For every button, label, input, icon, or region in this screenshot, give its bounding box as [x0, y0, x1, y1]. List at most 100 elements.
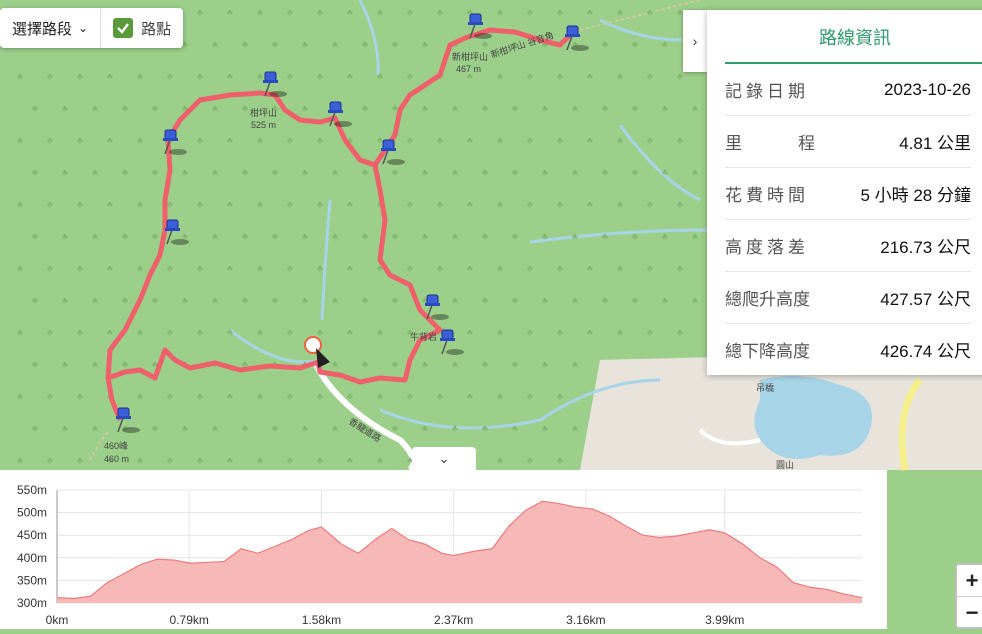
tree-symbol: ♣: [287, 455, 293, 465]
tree-symbol: ♣: [302, 295, 308, 305]
tree-symbol: ♣: [512, 295, 518, 305]
tree-symbol: ♣: [227, 263, 233, 273]
tree-symbol: ♣: [257, 391, 263, 401]
tree-symbol: ♣: [647, 327, 653, 337]
tree-symbol: ♣: [227, 135, 233, 145]
tree-symbol: ♣: [197, 263, 203, 273]
tree-symbol: ♣: [122, 359, 128, 369]
tree-symbol: ♣: [107, 71, 113, 81]
tree-symbol: ♣: [92, 295, 98, 305]
chevron-down-icon: ⌄: [78, 21, 89, 35]
x-tick-label: 0km: [46, 613, 69, 627]
tree-symbol: ♣: [77, 199, 83, 209]
info-value: 5 小時 28 分鐘: [860, 186, 971, 205]
elevation-chart[interactable]: 550m 500m 450m 400m 350m 300m 0km 0.79km 1.58km 2…: [0, 470, 887, 629]
tree-symbol: ♣: [287, 263, 293, 273]
tree-symbol: ♣: [167, 455, 173, 465]
tree-symbol: ♣: [47, 391, 53, 401]
tree-symbol: ♣: [242, 295, 248, 305]
tree-symbol: ♣: [677, 327, 683, 337]
tree-symbol: ♣: [362, 231, 368, 241]
tree-symbol: ♣: [272, 295, 278, 305]
elevation-profile-panel: 550m 500m 450m 400m 350m 300m 0km 0.79km 1.58km 2…: [0, 470, 887, 629]
tree-symbol: ♣: [227, 199, 233, 209]
tree-symbol: ♣: [47, 199, 53, 209]
tree-symbol: ♣: [362, 359, 368, 369]
tree-symbol: ♣: [287, 135, 293, 145]
tree-symbol: ♣: [527, 7, 533, 17]
peak3-name-label: 460峰: [104, 441, 128, 451]
tree-symbol: ♣: [152, 167, 158, 177]
segment-select-button[interactable]: 選擇路段 ⌄: [0, 8, 102, 48]
map-toolbar: 選擇路段 ⌄ 路點: [0, 8, 184, 48]
tree-symbol: ♣: [467, 391, 473, 401]
tree-symbol: ♣: [437, 391, 443, 401]
tree-symbol: ♣: [542, 167, 548, 177]
tree-symbol: ♣: [17, 263, 23, 273]
tree-symbol: ♣: [617, 263, 623, 273]
tree-symbol: ♣: [452, 231, 458, 241]
tree-symbol: ♣: [602, 295, 608, 305]
elevation-toggle-button[interactable]: ⌄: [412, 447, 476, 471]
panel-collapse-button[interactable]: ›: [683, 10, 707, 72]
tree-symbol: ♣: [32, 359, 38, 369]
waypoint-toggle-label: 路點: [141, 20, 172, 38]
tree-symbol: ♣: [152, 423, 158, 433]
tree-symbol: ♣: [182, 167, 188, 177]
tree-symbol: ♣: [302, 167, 308, 177]
tree-symbol: ♣: [512, 103, 518, 113]
tree-symbol: ♣: [407, 391, 413, 401]
tree-symbol: ♣: [512, 423, 518, 433]
waypoint-checkbox[interactable]: [113, 18, 134, 38]
tree-symbol: ♣: [437, 263, 443, 273]
tree-symbol: ♣: [482, 167, 488, 177]
tree-symbol: ♣: [422, 231, 428, 241]
tree-symbol: ♣: [647, 71, 653, 81]
tree-symbol: ♣: [392, 39, 398, 49]
tree-symbol: ♣: [437, 135, 443, 145]
tree-symbol: ♣: [422, 103, 428, 113]
tree-symbol: ♣: [347, 327, 353, 337]
tree-symbol: ♣: [77, 327, 83, 337]
y-tick-label: 500m: [17, 506, 47, 520]
tree-symbol: ♣: [302, 103, 308, 113]
tree-symbol: ♣: [587, 199, 593, 209]
tree-symbol: ♣: [32, 231, 38, 241]
zoom-in-button[interactable]: +: [957, 565, 982, 597]
elevation-area: [57, 501, 862, 603]
tree-symbol: ♣: [557, 455, 563, 465]
tree-symbol: ♣: [632, 103, 638, 113]
tree-symbol: ♣: [632, 231, 638, 241]
tree-symbol: ♣: [197, 71, 203, 81]
tree-symbol: ♣: [692, 295, 698, 305]
tree-symbol: ♣: [572, 231, 578, 241]
tree-symbol: ♣: [497, 391, 503, 401]
tree-symbol: ♣: [17, 199, 23, 209]
tree-symbol: ♣: [17, 455, 23, 465]
tree-symbol: ♣: [362, 103, 368, 113]
tree-symbol: ♣: [242, 423, 248, 433]
tree-symbol: ♣: [137, 71, 143, 81]
tree-symbol: ♣: [587, 327, 593, 337]
tree-symbol: ♣: [197, 135, 203, 145]
tree-symbol: ♣: [47, 455, 53, 465]
tree-symbol: ♣: [332, 167, 338, 177]
tree-symbol: ♣: [77, 391, 83, 401]
tree-symbol: ♣: [377, 7, 383, 17]
tree-symbol: ♣: [557, 199, 563, 209]
zoom-out-button[interactable]: −: [957, 597, 982, 628]
tree-symbol: ♣: [77, 263, 83, 273]
tree-symbol: ♣: [632, 39, 638, 49]
tree-symbol: ♣: [572, 423, 578, 433]
tree-symbol: ♣: [587, 135, 593, 145]
tree-symbol: ♣: [212, 231, 218, 241]
tree-symbol: ♣: [122, 231, 128, 241]
tree-symbol: ♣: [62, 359, 68, 369]
tree-symbol: ♣: [377, 455, 383, 465]
tree-symbol: ♣: [317, 199, 323, 209]
info-label: 總爬升高度: [725, 290, 810, 309]
tree-symbol: ♣: [212, 295, 218, 305]
waypoint-toggle[interactable]: 路點: [101, 18, 183, 39]
tree-symbol: ♣: [527, 327, 533, 337]
peak1-name-label: 柑坪山: [250, 107, 277, 118]
